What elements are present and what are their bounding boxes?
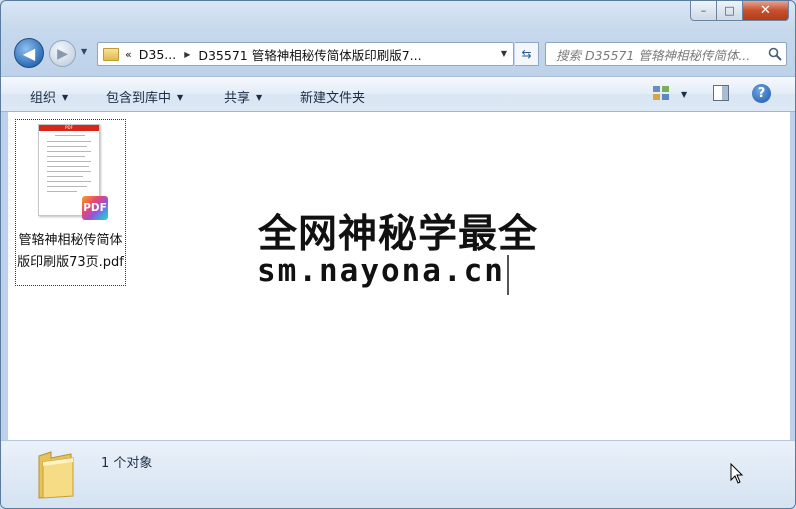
folder-icon xyxy=(103,47,119,61)
item-count-label: 1 个对象 xyxy=(101,456,153,471)
address-history-dropdown-icon[interactable]: ▼ xyxy=(501,49,507,58)
breadcrumb-arrow-icon[interactable]: ▶ xyxy=(184,50,190,59)
text-cursor-icon xyxy=(507,255,509,295)
file-item-pdf[interactable]: PDF PDF 管辂神相秘传简体版印刷版73页.pdf xyxy=(15,119,126,286)
thumbnail-text-line xyxy=(47,171,91,172)
arrow-right-icon: ▶ xyxy=(57,45,68,62)
watermark-title: 全网神秘学最全 xyxy=(258,212,539,257)
thumbnail-text-line xyxy=(47,181,91,182)
breadcrumb-segment[interactable]: D35... xyxy=(139,47,176,62)
file-name-label[interactable]: 管辂神相秘传简体版印刷版73页.pdf xyxy=(16,230,125,274)
chevron-down-icon: ▼ xyxy=(177,93,184,102)
new-folder-button[interactable]: 新建文件夹 xyxy=(300,87,365,106)
explorer-window: – □ ✕ ◀ ▶ ▼ « D35... ▶ D35571 管辂神相秘传简体版印… xyxy=(0,0,796,509)
address-bar[interactable]: « D35... ▶ D35571 管辂神相秘传简体版印刷版7... ▼ xyxy=(97,42,514,66)
refresh-button[interactable]: ⇆ xyxy=(515,42,539,66)
change-view-icon[interactable] xyxy=(653,86,669,100)
thumbnail-text-line xyxy=(47,161,91,162)
forward-button[interactable]: ▶ xyxy=(49,40,76,67)
thumbnail-text-line xyxy=(47,186,87,187)
command-bar: 组织 ▼ 包含到库中 ▼ 共享 ▼ 新建文件夹 ▼ ? xyxy=(1,76,795,112)
recent-pages-dropdown[interactable]: ▼ xyxy=(81,47,87,56)
back-button[interactable]: ◀ xyxy=(14,38,44,68)
include-in-library-menu[interactable]: 包含到库中 ▼ xyxy=(106,87,183,106)
organize-menu[interactable]: 组织 ▼ xyxy=(30,87,68,106)
thumbnail-text-line xyxy=(47,146,87,147)
search-input[interactable]: 搜索 D35571 管辂神相秘传简体... xyxy=(545,42,787,66)
address-overflow-chevron[interactable]: « xyxy=(125,48,132,61)
thumbnail-text-line xyxy=(55,135,85,136)
pdf-thumbnail-header: PDF xyxy=(39,125,99,131)
navigation-bar: ◀ ▶ ▼ « D35... ▶ D35571 管辂神相秘传简体版印刷版7...… xyxy=(1,35,795,71)
thumbnail-text-line xyxy=(47,156,85,157)
search-placeholder: 搜索 D35571 管辂神相秘传简体... xyxy=(556,47,751,63)
caption-buttons: – □ ✕ xyxy=(690,1,789,21)
folder-icon xyxy=(38,451,74,499)
thumbnail-text-line xyxy=(47,151,91,152)
pdf-app-icon: PDF xyxy=(82,196,108,220)
organize-label: 组织 xyxy=(30,91,57,106)
details-pane: 1 个对象 xyxy=(1,440,795,508)
search-icon[interactable] xyxy=(768,47,782,61)
maximize-button[interactable]: □ xyxy=(717,1,743,21)
mouse-pointer-icon xyxy=(730,463,744,484)
watermark-overlay: 全网神秘学最全 sm.nayona.cn xyxy=(251,203,551,303)
thumbnail-text-line xyxy=(47,191,77,192)
include-in-library-label: 包含到库中 xyxy=(106,91,172,106)
chevron-down-icon: ▼ xyxy=(256,93,263,102)
refresh-icon: ⇆ xyxy=(521,47,532,61)
view-options-dropdown-icon[interactable]: ▼ xyxy=(681,90,687,99)
breadcrumb-segment-current[interactable]: D35571 管辂神相秘传简体版印刷版7... xyxy=(198,45,421,64)
thumbnail-text-line xyxy=(47,176,83,177)
help-icon[interactable]: ? xyxy=(752,84,771,103)
watermark-url: sm.nayona.cn xyxy=(257,253,505,289)
share-menu[interactable]: 共享 ▼ xyxy=(224,87,262,106)
file-list-pane[interactable]: PDF PDF 管辂神相秘传简体版印刷版73页.pdf 全网神秘学最全 sm.n… xyxy=(8,112,790,440)
minimize-button[interactable]: – xyxy=(690,1,717,21)
preview-pane-toggle-icon[interactable] xyxy=(713,85,729,101)
new-folder-label: 新建文件夹 xyxy=(300,91,366,106)
arrow-left-icon: ◀ xyxy=(22,43,36,63)
share-label: 共享 xyxy=(224,91,251,106)
close-button[interactable]: ✕ xyxy=(743,1,789,21)
chevron-down-icon: ▼ xyxy=(62,93,69,102)
thumbnail-text-line xyxy=(47,141,91,142)
thumbnail-text-line xyxy=(47,166,89,167)
